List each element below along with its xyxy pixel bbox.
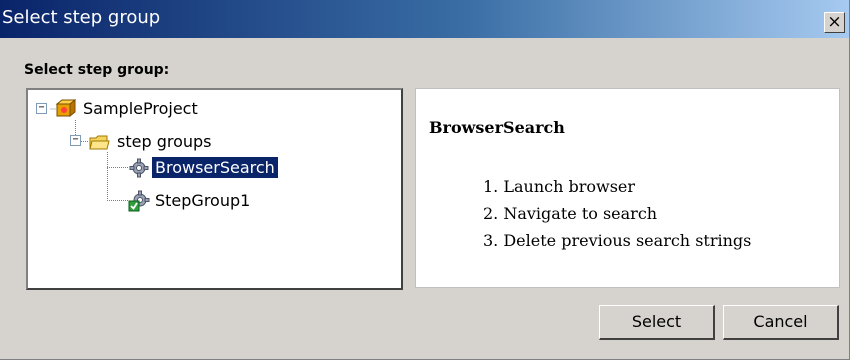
cancel-button[interactable]: Cancel [723, 305, 839, 340]
tree-node-label: StepGroup1 [155, 191, 251, 210]
folder-icon [88, 131, 110, 153]
select-step-group-dialog: Select step group × Select step group: − [0, 0, 850, 360]
gear-icon [128, 157, 150, 179]
project-icon [54, 98, 77, 120]
list-item: 3. Delete previous search strings [483, 231, 752, 250]
detail-steps-list: 1. Launch browser 2. Navigate to search … [483, 177, 751, 258]
section-label: Select step group: [24, 62, 170, 78]
collapse-expander[interactable]: − [70, 135, 81, 146]
title-bar[interactable]: Select step group × [0, 0, 849, 38]
window-title: Select step group [2, 7, 161, 28]
gear-check-icon [128, 190, 150, 212]
step-group-details: BrowserSearch 1. Launch browser 2. Navig… [415, 88, 840, 288]
list-item: 2. Navigate to search [483, 204, 658, 223]
close-button[interactable]: × [824, 12, 845, 33]
collapse-expander[interactable]: − [36, 103, 47, 114]
tree-node-label: step groups [117, 132, 212, 151]
select-button[interactable]: Select [599, 305, 715, 340]
close-icon: × [827, 12, 842, 32]
list-item: 1. Launch browser [483, 177, 636, 196]
tree-node-label: SampleProject [83, 99, 198, 118]
tree-node-label: BrowserSearch [152, 157, 278, 178]
step-group-tree[interactable]: − SampleProject − step groups BrowserSea… [26, 88, 403, 290]
tree-connector-lines [50, 108, 128, 201]
detail-title: BrowserSearch [429, 118, 565, 137]
